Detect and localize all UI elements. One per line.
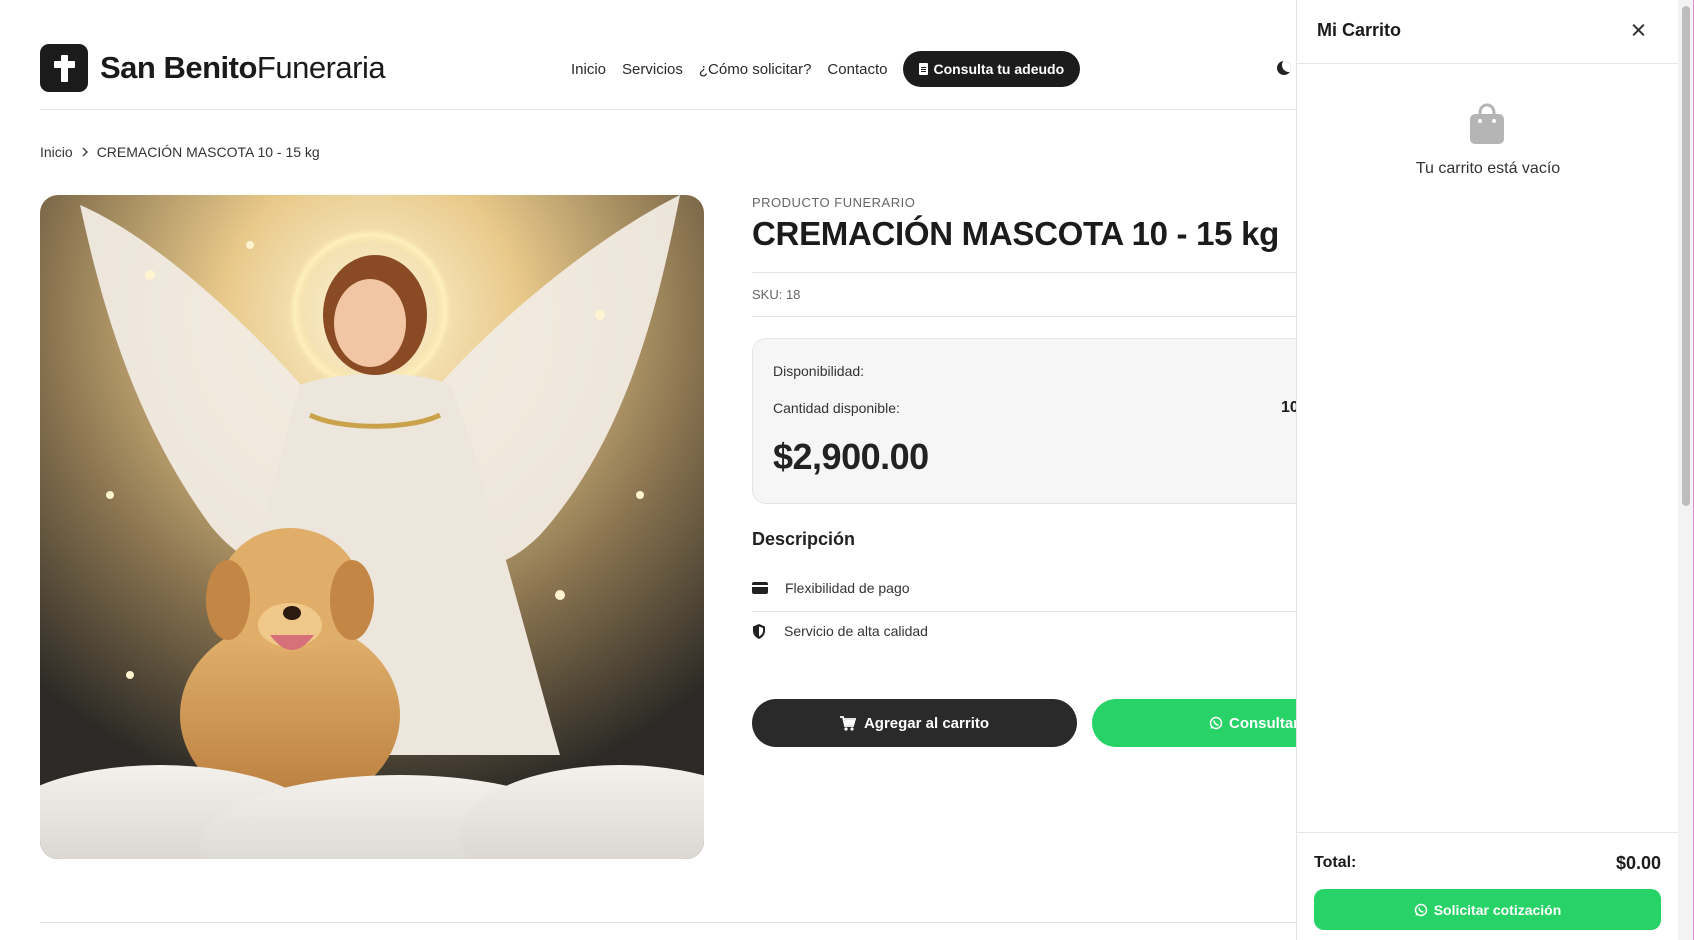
brand-name-bold: San Benito bbox=[100, 50, 257, 85]
consulta-adeudo-button[interactable]: Consulta tu adeudo bbox=[903, 51, 1081, 87]
description-title: Descripción bbox=[752, 529, 856, 549]
cart-empty-message: Tu carrito está vacío bbox=[1415, 160, 1561, 177]
product-price: $2,900.00 bbox=[773, 436, 929, 477]
request-quote-label: Solicitar cotización bbox=[1433, 901, 1562, 918]
feature-payment: Flexibilidad de pago bbox=[752, 580, 1297, 596]
add-to-cart-label: Agregar al carrito bbox=[863, 714, 990, 732]
whatsapp-icon bbox=[1414, 903, 1427, 916]
feature-label: Servicio de alta calidad bbox=[784, 623, 928, 639]
cart-title: Mi Carrito bbox=[1317, 20, 1402, 40]
breadcrumb-home[interactable]: Inicio bbox=[40, 144, 73, 160]
stock-panel: Disponibilidad: Cantidad disponible: 10 … bbox=[752, 338, 1312, 504]
scrollbar-thumb[interactable] bbox=[1682, 6, 1690, 506]
breadcrumb-current: CREMACIÓN MASCOTA 10 - 15 kg bbox=[96, 144, 320, 160]
request-quote-button[interactable]: Solicitar cotización bbox=[1314, 889, 1661, 930]
cross-icon bbox=[40, 44, 88, 92]
cart-drawer: Mi Carrito Tu carrito está vacío Total: … bbox=[1296, 0, 1679, 940]
product-sku: SKU: 18 bbox=[752, 287, 801, 302]
shopping-bag-icon bbox=[1470, 103, 1504, 144]
quantity-label: Cantidad disponible: bbox=[773, 400, 900, 416]
product-title: CREMACIÓN MASCOTA 10 - 15 kg bbox=[752, 215, 1279, 252]
consult-label: Consultar bbox=[1229, 714, 1300, 732]
feature-quality: Servicio de alta calidad bbox=[752, 623, 1297, 639]
divider bbox=[752, 316, 1297, 317]
nav-contacto[interactable]: Contacto bbox=[827, 61, 887, 78]
chevron-right-icon bbox=[81, 144, 89, 160]
product-image bbox=[40, 195, 704, 859]
brand-logo[interactable]: San BenitoFuneraria bbox=[40, 44, 386, 92]
document-icon bbox=[919, 63, 929, 75]
nav-servicios[interactable]: Servicios bbox=[622, 61, 683, 78]
shield-icon bbox=[753, 623, 765, 639]
cart-total-value: $0.00 bbox=[1615, 853, 1661, 873]
breadcrumb: Inicio CREMACIÓN MASCOTA 10 - 15 kg bbox=[40, 144, 320, 160]
scrollbar[interactable] bbox=[1678, 0, 1694, 940]
divider bbox=[752, 272, 1297, 273]
close-icon[interactable] bbox=[1627, 18, 1651, 42]
credit-card-icon bbox=[752, 582, 768, 594]
cart-header: Mi Carrito bbox=[1297, 0, 1679, 64]
nav-como-solicitar[interactable]: ¿Cómo solicitar? bbox=[699, 61, 812, 78]
nav-inicio[interactable]: Inicio bbox=[571, 61, 606, 78]
divider bbox=[752, 611, 1297, 612]
product-info: PRODUCTO FUNERARIO CREMACIÓN MASCOTA 10 … bbox=[752, 195, 1412, 747]
moon-icon[interactable] bbox=[1277, 61, 1291, 75]
feature-label: Flexibilidad de pago bbox=[785, 580, 910, 596]
cart-footer: Total: $0.00 Solicitar cotización bbox=[1297, 832, 1679, 940]
consulta-adeudo-label: Consulta tu adeudo bbox=[933, 61, 1065, 77]
brand-name-light: Funeraria bbox=[256, 50, 386, 85]
cart-icon bbox=[839, 715, 856, 731]
main-nav: Inicio Servicios ¿Cómo solicitar? Contac… bbox=[571, 51, 1081, 87]
cart-total-label: Total: bbox=[1314, 854, 1357, 871]
availability-label: Disponibilidad: bbox=[773, 363, 865, 379]
whatsapp-icon bbox=[1209, 716, 1223, 730]
brand-name: San BenitoFuneraria bbox=[100, 50, 386, 86]
product-category: PRODUCTO FUNERARIO bbox=[752, 195, 916, 210]
add-to-cart-button[interactable]: Agregar al carrito bbox=[752, 699, 1077, 747]
